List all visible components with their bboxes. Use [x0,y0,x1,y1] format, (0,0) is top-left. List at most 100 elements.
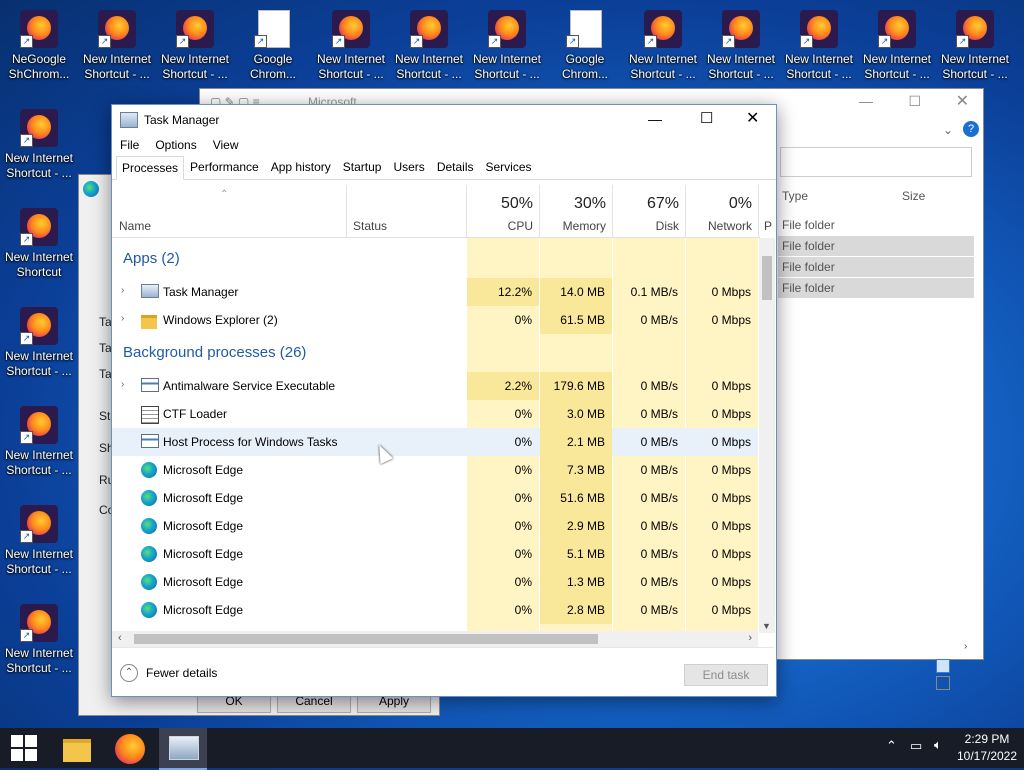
maximize-icon[interactable]: ☐ [908,93,921,110]
volume-icon[interactable]: 🔈︎ [934,737,942,753]
desktop-shortcut[interactable]: ↗ New Internet Shortcut - ... [936,0,1014,92]
desktop-shortcut[interactable]: ↗ New Internet Shortcut [0,198,78,290]
desktop-shortcut[interactable]: ↗ New Internet Shortcut - ... [0,495,78,587]
menu-view[interactable]: View [205,138,247,152]
column-cpu[interactable]: 50% CPU [467,185,540,237]
vertical-scrollbar[interactable]: ▼ [759,238,775,633]
scroll-right-arrow[interactable]: › [964,641,967,652]
process-row[interactable]: Host Process for Windows Tasks 0% 2.1 MB 0 … [112,428,758,456]
desktop-shortcut[interactable]: ↗ Google Chrom... [546,0,624,92]
tab-app-history[interactable]: App history [265,155,337,179]
help-icon[interactable]: ? [963,121,979,137]
desktop-shortcut[interactable]: ↗ New Internet Shortcut - ... [624,0,702,92]
file-explorer-taskbar-icon[interactable] [53,728,101,768]
desktop-shortcut-label: New Internet Shortcut - ... [4,448,74,477]
maximize-button[interactable]: ☐ [700,109,713,127]
show-hidden-icons-icon[interactable]: ⌃ [886,738,897,754]
explorer-row[interactable]: File folder [778,278,974,298]
column-type[interactable]: Type [782,189,808,203]
column-network[interactable]: 0% Network [686,185,759,237]
group-background[interactable]: Background processes (26) [123,344,306,361]
expand-chevron-icon[interactable]: › [121,285,124,296]
shortcut-arrow-icon: ↗ [20,35,33,48]
title-bar[interactable]: Task Manager — ☐ ✕ [112,105,776,135]
process-row[interactable]: Microsoft Edge 0% 5.1 MB 0 MB/s 0 Mbps [112,540,758,568]
tab-details[interactable]: Details [431,155,480,179]
chevron-down-icon[interactable]: ⌄ [943,123,953,137]
process-name: Microsoft Edge [163,547,244,561]
explorer-row[interactable]: File folder [778,215,974,235]
clock-time: 2:29 PM [964,732,1010,746]
process-net: 0 Mbps [711,313,751,327]
properties-label: Ta [99,341,112,355]
desktop-shortcut[interactable]: ↗ New Internet Shortcut - ... [390,0,468,92]
column-size[interactable]: Size [902,189,925,203]
search-input[interactable] [780,147,972,177]
close-icon[interactable]: ✕ [956,91,969,111]
disk-label: Disk [655,219,679,233]
desktop-shortcut[interactable]: ↗ New Internet Shortcut - ... [156,0,234,92]
column-memory[interactable]: 30% Memory [540,185,613,237]
scroll-down-arrow[interactable]: ▼ [762,621,771,631]
tab-users[interactable]: Users [387,155,430,179]
tab-processes[interactable]: Processes [116,156,185,180]
clock[interactable]: 2:29 PM 10/17/2022 [956,731,1018,765]
desktop-shortcut[interactable]: ↗ Google Chrom... [234,0,312,92]
desktop-shortcut[interactable]: ↗ New Internet Shortcut - ... [468,0,546,92]
desktop-shortcut[interactable]: ↗ New Internet Shortcut - ... [780,0,858,92]
desktop-shortcut[interactable]: ↗ New Internet Shortcut - ... [0,396,78,488]
task-manager-taskbar-icon[interactable] [159,728,207,770]
process-row[interactable]: Microsoft Edge 0% 2.8 MB 0 MB/s 0 Mbps [112,596,758,624]
column-name[interactable]: ⌃ Name [112,185,347,237]
scroll-right-arrow[interactable]: › [748,632,752,644]
tab-bar: Processes Performance App history Startu… [112,155,776,180]
process-row[interactable]: › Antimalware Service Executable 2.2% 179.6… [112,372,758,400]
desktop-shortcut-label: New Internet Shortcut - ... [472,52,542,81]
tab-services[interactable]: Services [480,155,538,179]
desktop-shortcut[interactable]: ↗ New Internet Shortcut - ... [78,0,156,92]
desktop-shortcut[interactable]: ↗ New Internet Shortcut - ... [0,99,78,191]
network-icon[interactable]: ▭ [910,738,922,754]
close-button[interactable]: ✕ [746,108,759,128]
process-row[interactable]: Microsoft Edge 0% 7.3 MB 0 MB/s 0 Mbps [112,456,758,484]
desktop-shortcut[interactable]: ↗ New Internet Shortcut - ... [702,0,780,92]
process-row[interactable]: Microsoft Edge 0% 51.6 MB 0 MB/s 0 Mbps [112,484,758,512]
expand-chevron-icon[interactable]: › [121,313,124,324]
end-task-button[interactable]: End task [684,664,768,686]
desktop-shortcut[interactable]: ↗ New Internet Shortcut - ... [312,0,390,92]
start-button[interactable] [0,728,48,768]
tab-startup[interactable]: Startup [337,155,388,179]
desktop-shortcut[interactable]: ↗ New Internet Shortcut - ... [858,0,936,92]
fewer-details-button[interactable]: ⌃ Fewer details [120,664,217,682]
process-row[interactable]: Microsoft Edge 0% 2.9 MB 0 MB/s 0 Mbps [112,512,758,540]
tab-performance[interactable]: Performance [184,155,265,179]
minimize-icon[interactable]: — [859,93,873,109]
scroll-left-arrow[interactable]: ‹ [118,632,122,644]
menu-options[interactable]: Options [147,138,204,152]
process-row[interactable]: › Task Manager 12.2% 14.0 MB 0.1 MB/s 0 Mbps [112,278,758,306]
process-row[interactable]: Microsoft Edge 0% 1.3 MB 0 MB/s 0 Mbps [112,568,758,596]
process-row[interactable]: › Windows Explorer (2) 0% 61.5 MB 0 MB/s 0 Mb… [112,306,758,334]
process-row[interactable]: CTF Loader 0% 3.0 MB 0 MB/s 0 Mbps [112,400,758,428]
task-manager-window[interactable]: Task Manager — ☐ ✕ File Options View Pro… [111,104,777,697]
scroll-thumb[interactable] [762,256,772,300]
group-apps[interactable]: Apps (2) [123,250,180,267]
h-scroll-thumb[interactable] [134,634,598,644]
horizontal-scrollbar[interactable]: ‹ › [112,631,758,647]
column-status[interactable]: Status [347,185,467,237]
desktop-shortcut[interactable]: ↗ NeGoogle ShChrom... [0,0,78,92]
minimize-button[interactable]: — [648,111,662,127]
process-cpu: 0% [514,547,532,561]
desktop-shortcut[interactable]: ↗ New Internet Shortcut - ... [0,594,78,686]
explorer-row[interactable]: File folder [778,236,974,256]
firefox-taskbar-icon[interactable] [106,728,154,768]
column-disk[interactable]: 67% Disk [613,185,686,237]
view-toggle-icons[interactable] [936,659,966,690]
desktop-shortcut[interactable]: ↗ New Internet Shortcut - ... [0,297,78,389]
expand-chevron-icon[interactable]: › [121,379,124,390]
column-power[interactable]: P [764,219,772,233]
desktop-shortcut-label: New Internet Shortcut - ... [628,52,698,81]
menu-file[interactable]: File [112,138,147,152]
windows-logo-icon [11,735,37,761]
explorer-row[interactable]: File folder [778,257,974,277]
